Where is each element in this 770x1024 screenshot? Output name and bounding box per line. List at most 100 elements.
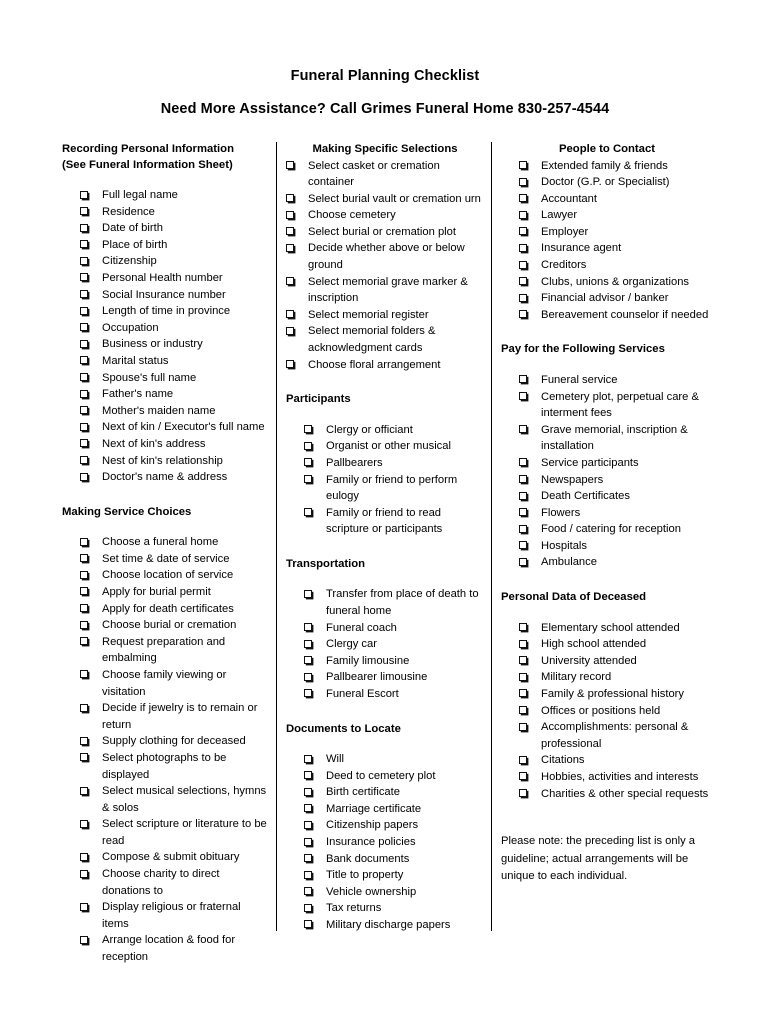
checkbox-icon[interactable] (304, 672, 312, 681)
checklist-item[interactable]: Social Insurance number (80, 287, 270, 304)
checklist-item[interactable]: Offices or positions held (519, 703, 713, 720)
checklist-item[interactable]: Bereavement counselor if needed (519, 307, 713, 324)
checklist-item[interactable]: Clubs, unions & organizations (519, 274, 713, 291)
checkbox-icon[interactable] (286, 310, 294, 319)
checklist-item[interactable]: Father's name (80, 386, 270, 403)
checkbox-icon[interactable] (519, 672, 527, 681)
checklist-item[interactable]: Nest of kin's relationship (80, 453, 270, 470)
checklist-item[interactable]: Creditors (519, 257, 713, 274)
checklist-item[interactable]: Personal Health number (80, 270, 270, 287)
checkbox-icon[interactable] (286, 227, 294, 236)
checklist-item[interactable]: Display religious or fraternal items (80, 899, 270, 932)
checkbox-icon[interactable] (519, 227, 527, 236)
checkbox-icon[interactable] (519, 541, 527, 550)
checkbox-icon[interactable] (80, 190, 88, 199)
checklist-item[interactable]: Next of kin / Executor's full name (80, 419, 270, 436)
checkbox-icon[interactable] (304, 639, 312, 648)
checklist-item[interactable]: Apply for death certificates (80, 601, 270, 618)
checkbox-icon[interactable] (519, 293, 527, 302)
checklist-item[interactable]: Doctor (G.P. or Specialist) (519, 174, 713, 191)
checkbox-icon[interactable] (519, 277, 527, 286)
checkbox-icon[interactable] (519, 524, 527, 533)
checkbox-icon[interactable] (304, 870, 312, 879)
checkbox-icon[interactable] (304, 887, 312, 896)
checklist-item[interactable]: Request preparation and embalming (80, 634, 270, 667)
checkbox-icon[interactable] (80, 703, 88, 712)
checkbox-icon[interactable] (80, 537, 88, 546)
checklist-item[interactable]: Employer (519, 224, 713, 241)
checklist-item[interactable]: Cemetery plot, perpetual care & intermen… (519, 389, 713, 422)
checkbox-icon[interactable] (304, 754, 312, 763)
checkbox-icon[interactable] (519, 161, 527, 169)
checkbox-icon[interactable] (304, 903, 312, 912)
checkbox-icon[interactable] (519, 260, 527, 269)
checkbox-icon[interactable] (304, 508, 312, 517)
checkbox-icon[interactable] (80, 786, 88, 795)
checklist-item[interactable]: Birth certificate (304, 784, 484, 801)
checklist-item[interactable]: Extended family & friends (519, 158, 713, 175)
checkbox-icon[interactable] (80, 902, 88, 911)
checklist-item[interactable]: Family & professional history (519, 686, 713, 703)
checklist-item[interactable]: Select memorial folders & acknowledgment… (286, 323, 484, 356)
checklist-item[interactable]: Select memorial register (286, 307, 484, 324)
checkbox-icon[interactable] (80, 223, 88, 232)
checklist-item[interactable]: Compose & submit obituary (80, 849, 270, 866)
checkbox-icon[interactable] (80, 852, 88, 861)
checklist-item[interactable]: Arrange location & food for reception (80, 932, 270, 965)
checklist-item[interactable]: Family or friend to perform eulogy (304, 472, 484, 505)
checklist-item[interactable]: University attended (519, 653, 713, 670)
checklist-item[interactable]: Elementary school attended (519, 620, 713, 637)
checklist-item[interactable]: Citations (519, 752, 713, 769)
checklist-item[interactable]: Insurance policies (304, 834, 484, 851)
checkbox-icon[interactable] (519, 623, 527, 632)
checklist-item[interactable]: Tax returns (304, 900, 484, 917)
checkbox-icon[interactable] (519, 491, 527, 500)
checkbox-icon[interactable] (304, 804, 312, 813)
checklist-item[interactable]: Set time & date of service (80, 551, 270, 568)
checkbox-icon[interactable] (304, 920, 312, 929)
checklist-item[interactable]: Lawyer (519, 207, 713, 224)
checkbox-icon[interactable] (519, 392, 527, 401)
checklist-item[interactable]: Service participants (519, 455, 713, 472)
checklist-item[interactable]: Choose burial or cremation (80, 617, 270, 634)
checklist-item[interactable]: Select memorial grave marker & inscripti… (286, 274, 484, 307)
checkbox-icon[interactable] (286, 243, 294, 252)
checkbox-icon[interactable] (80, 290, 88, 299)
checkbox-icon[interactable] (80, 472, 88, 481)
checkbox-icon[interactable] (80, 753, 88, 762)
checkbox-icon[interactable] (80, 389, 88, 398)
checkbox-icon[interactable] (80, 935, 88, 944)
checkbox-icon[interactable] (519, 375, 527, 384)
checkbox-icon[interactable] (80, 819, 88, 828)
checkbox-icon[interactable] (286, 210, 294, 219)
checkbox-icon[interactable] (80, 869, 88, 878)
checkbox-icon[interactable] (304, 854, 312, 863)
checklist-item[interactable]: Title to property (304, 867, 484, 884)
checklist-item[interactable]: Place of birth (80, 237, 270, 254)
checklist-item[interactable]: Food / catering for reception (519, 521, 713, 538)
checkbox-icon[interactable] (80, 240, 88, 249)
checklist-item[interactable]: Financial advisor / banker (519, 290, 713, 307)
checkbox-icon[interactable] (80, 554, 88, 563)
checkbox-icon[interactable] (519, 310, 527, 319)
checklist-item[interactable]: Hobbies, activities and interests (519, 769, 713, 786)
checklist-item[interactable]: Family or friend to read scripture or pa… (304, 505, 484, 538)
checklist-item[interactable]: Choose charity to direct donations to (80, 866, 270, 899)
checkbox-icon[interactable] (519, 177, 527, 186)
checklist-item[interactable]: Decide if jewelry is to remain or return (80, 700, 270, 733)
checkbox-icon[interactable] (80, 207, 88, 216)
checklist-item[interactable]: Deed to cemetery plot (304, 768, 484, 785)
checkbox-icon[interactable] (304, 475, 312, 483)
checklist-item[interactable]: Doctor's name & address (80, 469, 270, 486)
checkbox-icon[interactable] (519, 789, 527, 797)
checkbox-icon[interactable] (304, 458, 312, 467)
checklist-item[interactable]: Citizenship papers (304, 817, 484, 834)
checklist-item[interactable]: Military discharge papers (304, 917, 484, 934)
checkbox-icon[interactable] (304, 425, 312, 434)
checkbox-icon[interactable] (519, 772, 527, 781)
checklist-item[interactable]: Business or industry (80, 336, 270, 353)
checklist-item[interactable]: Insurance agent (519, 240, 713, 257)
checklist-item[interactable]: Bank documents (304, 851, 484, 868)
checklist-item[interactable]: Military record (519, 669, 713, 686)
checkbox-icon[interactable] (80, 439, 88, 448)
